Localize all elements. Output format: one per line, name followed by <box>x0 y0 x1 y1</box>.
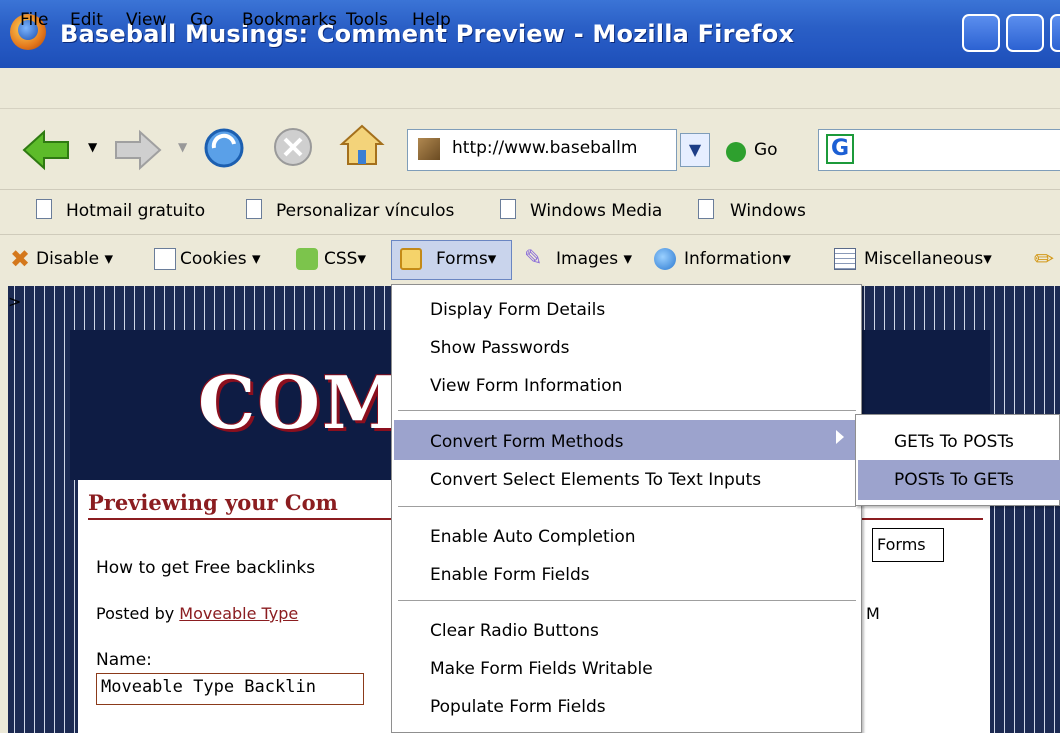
toolbar-forms[interactable]: Forms▾ <box>436 249 496 269</box>
toolbar-cookies[interactable]: Cookies ▾ <box>180 249 261 269</box>
forms-tooltip: Forms <box>872 528 944 562</box>
search-input[interactable] <box>818 129 1060 171</box>
menu-tools[interactable]: Tools <box>346 10 388 30</box>
toolbar-miscellaneous[interactable]: Miscellaneous▾ <box>864 249 992 269</box>
submenu-arrow-icon <box>836 430 844 444</box>
home-icon[interactable] <box>338 122 386 170</box>
reload-icon[interactable] <box>200 124 248 172</box>
menu-item-display-form-details[interactable]: Display Form Details <box>430 300 605 320</box>
menu-separator <box>398 410 856 411</box>
comment-text: How to get Free backlinks <box>96 558 316 578</box>
posted-by-line: Posted by Moveable Type <box>96 604 299 623</box>
maximize-button[interactable] <box>1006 14 1044 52</box>
menu-bar <box>0 68 1060 109</box>
bookmark-personalizar[interactable]: Personalizar vínculos <box>276 201 454 221</box>
bookmark-page-icon <box>500 199 516 219</box>
menu-file[interactable]: File <box>20 10 48 30</box>
submenu-item-gets-to-posts[interactable]: GETs To POSTs <box>894 432 1014 452</box>
bookmark-windows[interactable]: Windows <box>730 201 806 221</box>
bookmark-hotmail[interactable]: Hotmail gratuito <box>66 201 205 221</box>
stray-text: > <box>8 292 22 311</box>
name-label: Name: <box>96 650 152 670</box>
bookmark-windows-media[interactable]: Windows Media <box>530 201 662 221</box>
menu-item-enable-auto-completion[interactable]: Enable Auto Completion <box>430 527 636 547</box>
stop-icon[interactable] <box>270 124 316 170</box>
toolbar-information[interactable]: Information▾ <box>684 249 791 269</box>
google-search-icon[interactable]: G <box>826 134 854 164</box>
images-icon: ✎ <box>524 246 543 271</box>
submenu-item-posts-to-gets[interactable]: POSTs To GETs <box>894 470 1014 490</box>
menu-item-view-form-information[interactable]: View Form Information <box>430 376 622 396</box>
minimize-button[interactable] <box>962 14 1000 52</box>
menu-go[interactable]: Go <box>190 10 214 30</box>
menu-item-show-passwords[interactable]: Show Passwords <box>430 338 570 358</box>
information-icon <box>654 248 676 270</box>
bookmark-page-icon <box>36 199 52 219</box>
forward-dropdown-icon[interactable]: ▼ <box>178 140 187 154</box>
menu-item-convert-form-methods[interactable]: Convert Form Methods <box>430 432 623 452</box>
preview-heading: Previewing your Com <box>88 490 338 515</box>
url-text[interactable]: http://www.baseballm <box>452 138 637 158</box>
css-icon <box>296 248 318 270</box>
back-dropdown-icon[interactable]: ▼ <box>88 140 97 154</box>
menu-bookmarks[interactable]: Bookmarks <box>242 10 337 30</box>
bookmark-page-icon <box>698 199 714 219</box>
url-dropdown-icon[interactable]: ▼ <box>680 133 710 167</box>
posted-time-fragment: M <box>866 604 880 623</box>
pencil-icon[interactable]: ✏ <box>1034 247 1056 271</box>
go-icon[interactable] <box>726 142 746 162</box>
forms-lock-icon <box>400 248 422 270</box>
banner-heading: COM <box>198 360 404 445</box>
forward-arrow-icon[interactable] <box>112 128 164 172</box>
menu-item-enable-form-fields[interactable]: Enable Form Fields <box>430 565 590 585</box>
menu-view[interactable]: View <box>126 10 166 30</box>
menu-item-convert-select-elements[interactable]: Convert Select Elements To Text Inputs <box>430 470 761 490</box>
author-link[interactable]: Moveable Type <box>179 604 298 623</box>
cookies-icon <box>154 248 176 270</box>
name-field[interactable]: Moveable Type Backlin <box>96 673 364 705</box>
menu-item-clear-radio-buttons[interactable]: Clear Radio Buttons <box>430 621 599 641</box>
disable-icon: ✖ <box>10 245 31 273</box>
miscellaneous-icon <box>834 248 856 270</box>
menu-separator <box>398 600 856 601</box>
menu-separator <box>398 506 856 507</box>
toolbar-css[interactable]: CSS▾ <box>324 249 366 269</box>
bookmark-page-icon <box>246 199 262 219</box>
toolbar-images[interactable]: Images ▾ <box>556 249 632 269</box>
go-button[interactable]: Go <box>754 140 778 160</box>
toolbar-disable[interactable]: Disable ▾ <box>36 249 113 269</box>
menu-item-populate-form-fields[interactable]: Populate Form Fields <box>430 697 606 717</box>
close-button[interactable] <box>1050 14 1060 52</box>
site-favicon-icon <box>418 138 440 160</box>
back-arrow-icon[interactable] <box>20 128 72 172</box>
menu-item-make-form-fields-writable[interactable]: Make Form Fields Writable <box>430 659 653 679</box>
menu-edit[interactable]: Edit <box>70 10 103 30</box>
menu-help[interactable]: Help <box>412 10 451 30</box>
